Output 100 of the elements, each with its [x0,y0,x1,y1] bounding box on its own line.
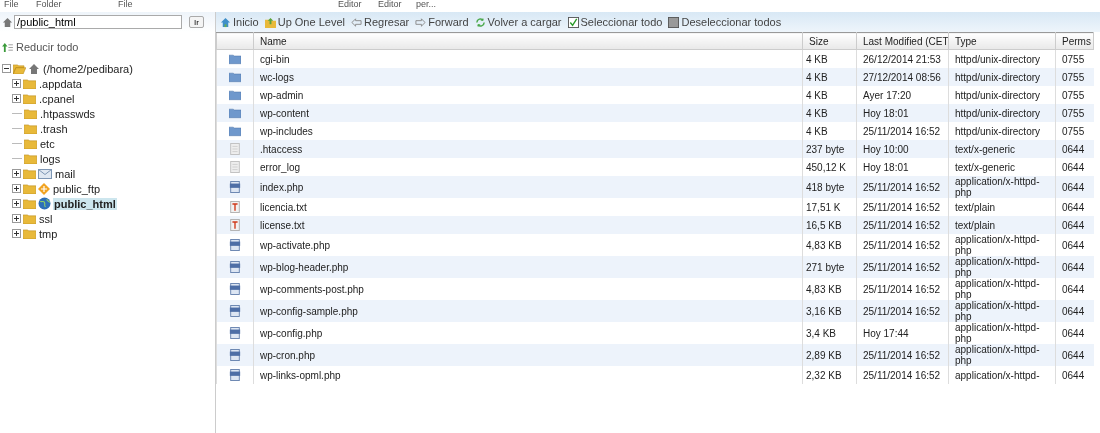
plus-box-icon[interactable] [12,79,21,88]
tree-item[interactable]: logs [39,152,62,165]
plus-box-icon[interactable] [12,229,21,238]
table-cell: 418 byte [802,176,857,198]
file-name[interactable]: license.txt [253,216,803,234]
table-cell: 27/12/2014 08:56 [856,68,949,86]
column-header[interactable]: Type [948,32,1056,50]
folder-icon [229,89,241,102]
column-header[interactable]: Size [802,32,857,50]
toolbar-button[interactable]: Seleccionar todo [567,16,663,28]
table-cell: text/plain [948,216,1056,234]
table-cell: 237 byte [802,140,857,158]
toolbar-button[interactable]: Up One Level [264,16,345,28]
menu-label[interactable]: Folder [36,0,62,9]
house-icon [28,62,40,75]
document-icon [229,161,241,174]
table-cell: httpd/unix-directory [948,68,1056,86]
left-arrow-icon [350,16,362,28]
document-icon [229,143,241,156]
tree-item[interactable]: tmp [38,227,59,240]
table-cell: httpd/unix-directory [948,104,1056,122]
table-cell: 25/11/2014 16:52 [856,216,949,234]
menu-label[interactable]: Editor [378,0,402,9]
toolbar-button[interactable]: Forward [415,16,469,28]
file-name[interactable]: wp-links-opml.php [253,366,803,384]
house-icon [220,16,231,28]
column-header[interactable]: Name [253,32,803,50]
folder-icon [229,125,241,138]
envelope-icon [38,168,52,179]
folder-icon [23,228,36,239]
file-name[interactable]: index.php [253,176,803,198]
toolbar-button[interactable]: Inicio [220,16,259,28]
file-name[interactable]: wp-config-sample.php [253,300,803,322]
php-file-icon [229,305,241,318]
folder-icon [24,153,37,164]
folder-icon [23,213,36,224]
table-cell: 4 KB [802,104,857,122]
plus-box-icon[interactable] [12,94,21,103]
table-cell: 271 byte [802,256,857,278]
table-cell: 2,32 KB [802,366,857,384]
tree-item[interactable]: .trash [39,122,69,135]
folder-up-icon [264,16,276,28]
table-cell: Hoy 10:00 [856,140,949,158]
folder-icon [23,198,36,209]
folder-icon [24,123,37,134]
table-cell: 0755 [1055,104,1094,122]
php-file-icon [229,349,241,362]
collapse-all-link[interactable]: Reducir todo [0,32,215,61]
table-cell: Hoy 18:01 [856,104,949,122]
file-name[interactable]: wp-content [253,104,803,122]
php-file-icon [229,327,241,340]
php-file-icon [229,369,241,382]
table-cell: 2,89 KB [802,344,857,366]
tree-item[interactable]: etc [39,137,56,150]
tree-item[interactable]: .htpasswds [39,107,97,120]
table-cell: 25/11/2014 16:52 [856,366,949,384]
text-file-icon [229,201,241,214]
toolbar-button[interactable]: Regresar [350,16,410,28]
path-field[interactable]: /public_html [14,15,182,29]
table-cell: 25/11/2014 16:52 [856,256,949,278]
minus-box-icon[interactable] [2,64,11,73]
file-name[interactable]: wc-logs [253,68,803,86]
tree-item[interactable]: mail [54,167,77,180]
tree-item[interactable]: .appdata [38,77,83,90]
plus-box-icon[interactable] [12,199,21,208]
menu-label[interactable]: File [4,0,19,9]
menu-label[interactable]: Editor [338,0,362,9]
menu-label[interactable]: File [118,0,133,9]
folder-icon [24,108,37,119]
table-cell: 0644 [1055,366,1094,384]
table-cell: 4 KB [802,68,857,86]
tree-item[interactable]: public_html [53,197,117,210]
column-header [216,32,254,50]
go-button[interactable]: Ir [189,16,204,28]
table-cell: 25/11/2014 16:52 [856,176,949,198]
globe-icon [38,197,51,210]
tree-item[interactable]: (/home2/pedibara) [42,62,134,75]
table-cell: application/x-httpd-php [948,176,1056,198]
tree-item[interactable]: public_ftp [52,182,102,195]
table-cell: text/x-generic [948,140,1056,158]
column-header[interactable]: Perms [1055,32,1094,50]
house-icon [2,16,13,28]
column-header[interactable]: Last Modified (CET [856,32,949,50]
table-cell: 25/11/2014 16:52 [856,344,949,366]
tree-item[interactable]: .cpanel [38,92,76,105]
php-file-icon [229,181,241,194]
folder-icon [229,71,241,84]
tree-item[interactable]: ssl [38,212,54,225]
toolbar-button[interactable]: Volver a cargar [474,16,562,28]
folder-icon [23,168,36,179]
folder-icon [229,53,241,66]
plus-box-icon[interactable] [12,184,21,193]
toolbar-button[interactable]: Deseleccionar todos [668,16,782,28]
file-name[interactable]: wp-cron.php [253,344,803,366]
menu-label[interactable]: per... [416,0,436,9]
right-arrow-icon [415,16,427,28]
file-name[interactable]: .htaccess [253,140,803,158]
file-name[interactable]: wp-blog-header.php [253,256,803,278]
plus-box-icon[interactable] [12,214,21,223]
plus-box-icon[interactable] [12,169,21,178]
